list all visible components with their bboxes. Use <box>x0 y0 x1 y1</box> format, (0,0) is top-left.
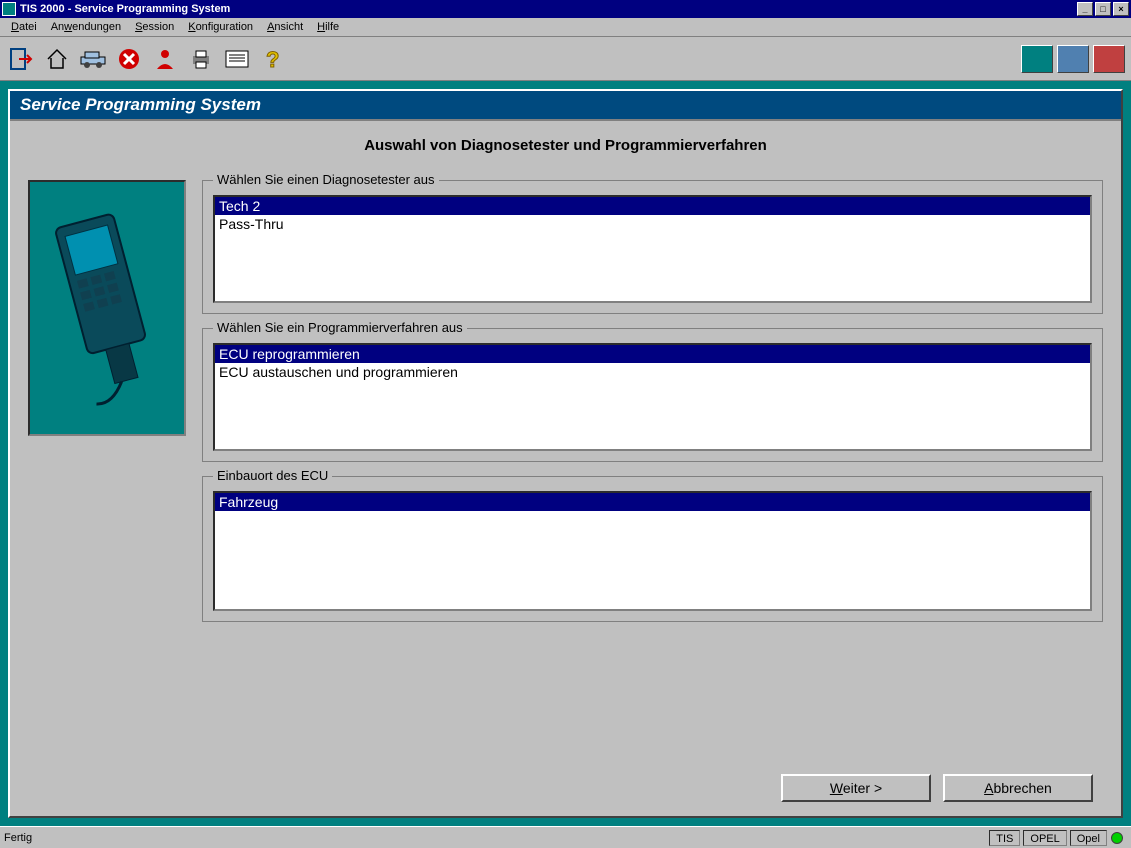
brand-logo-3[interactable] <box>1093 45 1125 73</box>
content-row: Wählen Sie einen Diagnosetester aus Tech… <box>28 180 1103 750</box>
car-icon[interactable] <box>78 44 108 74</box>
method-option-replace[interactable]: ECU austauschen und programmieren <box>215 363 1090 381</box>
location-listbox[interactable]: Fahrzeug <box>213 491 1092 611</box>
maximize-button[interactable]: □ <box>1095 2 1111 16</box>
workspace: Service Programming System Auswahl von D… <box>0 81 1131 826</box>
cancel-button[interactable]: Abbrechen <box>943 774 1093 802</box>
brand-logo-1[interactable] <box>1021 45 1053 73</box>
device-illustration <box>28 180 186 436</box>
menu-ansicht[interactable]: Ansicht <box>260 20 310 34</box>
menu-hilfe[interactable]: Hilfe <box>310 20 346 34</box>
window-subtitle: Service Programming System <box>74 3 230 15</box>
exit-icon[interactable] <box>6 44 36 74</box>
menu-datei[interactable]: Datei <box>4 20 44 34</box>
diagnostic-tester-group: Wählen Sie einen Diagnosetester aus Tech… <box>202 180 1103 314</box>
button-row: Weiter > Abbrechen <box>28 766 1103 806</box>
app-name: TIS 2000 <box>20 3 65 15</box>
method-legend: Wählen Sie ein Programmierverfahren aus <box>213 320 467 335</box>
toolbar: ? <box>0 37 1131 81</box>
menu-konfiguration[interactable]: Konfiguration <box>181 20 260 34</box>
stop-icon[interactable] <box>114 44 144 74</box>
app-icon <box>2 2 16 16</box>
tester-listbox[interactable]: Tech 2 Pass-Thru <box>213 195 1092 303</box>
method-option-reprogram[interactable]: ECU reprogrammieren <box>215 345 1090 363</box>
status-text: Fertig <box>4 832 986 844</box>
status-indicator-icon <box>1111 832 1123 844</box>
panel-title: Service Programming System <box>10 91 1121 121</box>
ecu-location-group: Einbauort des ECU Fahrzeug <box>202 476 1103 622</box>
menu-session[interactable]: Session <box>128 20 181 34</box>
next-button[interactable]: Weiter > <box>781 774 931 802</box>
tester-option-tech2[interactable]: Tech 2 <box>215 197 1090 215</box>
status-field-opel: OPEL <box>1023 830 1066 846</box>
tester-option-passthru[interactable]: Pass-Thru <box>215 215 1090 233</box>
tester-legend: Wählen Sie einen Diagnosetester aus <box>213 172 439 187</box>
statusbar: Fertig TIS OPEL Opel <box>0 826 1131 848</box>
print-icon[interactable] <box>186 44 216 74</box>
status-field-tis: TIS <box>989 830 1020 846</box>
location-option-vehicle[interactable]: Fahrzeug <box>215 493 1090 511</box>
main-panel: Service Programming System Auswahl von D… <box>8 89 1123 818</box>
method-listbox[interactable]: ECU reprogrammieren ECU austauschen und … <box>213 343 1092 451</box>
user-icon[interactable] <box>150 44 180 74</box>
close-button[interactable]: × <box>1113 2 1129 16</box>
svg-text:?: ? <box>266 47 279 71</box>
programming-method-group: Wählen Sie ein Programmierverfahren aus … <box>202 328 1103 462</box>
minimize-button[interactable]: _ <box>1077 2 1093 16</box>
menu-anwendungen[interactable]: Anwendungen <box>44 20 128 34</box>
help-icon[interactable]: ? <box>258 44 288 74</box>
window-title: TIS 2000 - Service Programming System <box>20 3 1075 15</box>
location-legend: Einbauort des ECU <box>213 468 332 483</box>
menubar: Datei Anwendungen Session Konfiguration … <box>0 18 1131 37</box>
status-field-opel2: Opel <box>1070 830 1107 846</box>
brand-logo-2[interactable] <box>1057 45 1089 73</box>
form-column: Wählen Sie einen Diagnosetester aus Tech… <box>202 180 1103 750</box>
panel-body: Auswahl von Diagnosetester und Programmi… <box>10 121 1121 816</box>
window-titlebar: TIS 2000 - Service Programming System _ … <box>0 0 1131 18</box>
news-icon[interactable] <box>222 44 252 74</box>
page-heading: Auswahl von Diagnosetester und Programmi… <box>28 137 1103 154</box>
home-icon[interactable] <box>42 44 72 74</box>
